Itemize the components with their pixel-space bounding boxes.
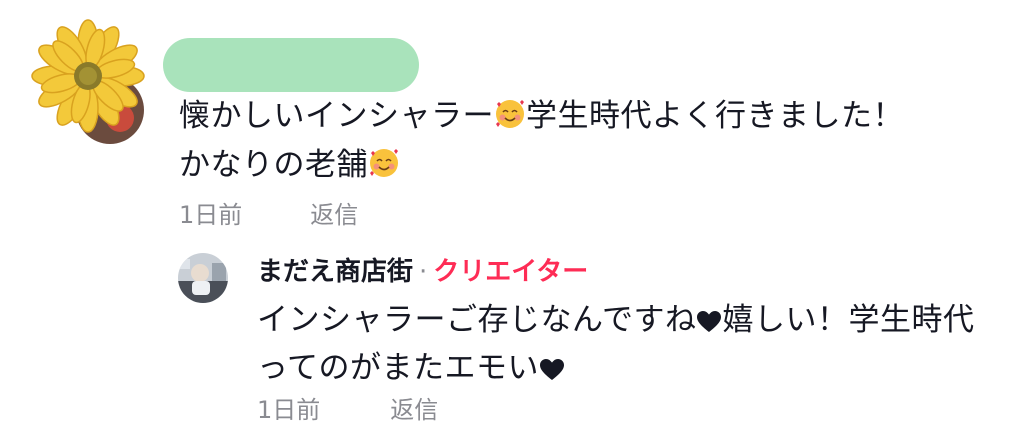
comment-meta: 1日前 返信 <box>179 199 358 231</box>
smiling-face-with-hearts-icon <box>494 98 526 143</box>
heart-icon <box>696 302 722 346</box>
reply-reply-button[interactable]: 返信 <box>390 396 438 424</box>
creator-badge: クリエイター <box>433 257 589 287</box>
commenter-name-redacted[interactable] <box>163 38 419 92</box>
comment-reply-button[interactable]: 返信 <box>310 199 358 231</box>
reply-author-avatar[interactable] <box>178 253 228 303</box>
reply-text-part1: インシャラーご存じなんですね <box>257 302 697 338</box>
shop-avatar-icon <box>178 253 228 303</box>
reply-meta: 1日前 返信 <box>257 394 438 426</box>
sunflower-avatar-icon <box>31 19 145 144</box>
reply-header: まだえ商店街 · クリエイター <box>257 255 588 289</box>
comment-text-part1: 懐かしいインシャラー <box>179 98 494 134</box>
smiling-face-with-hearts-icon <box>368 147 400 192</box>
reply-author-name[interactable]: まだえ商店街 <box>257 257 413 287</box>
heart-icon <box>539 350 565 394</box>
reply-timestamp: 1日前 <box>257 396 321 424</box>
commenter-avatar[interactable] <box>24 18 152 146</box>
comment-timestamp: 1日前 <box>179 201 243 229</box>
comment-text-part2: 学生時代よく行きました！ <box>526 98 904 134</box>
reply-text: インシャラーご存じなんですね 嬉しい！学生時代ってのがまたエモい <box>257 298 997 394</box>
comment-text: 懐かしいインシャラー 学生時代よく行きました！ かなりの老舗 <box>179 94 999 192</box>
comment-text-part3: かなりの老舗 <box>179 147 368 183</box>
reply-separator: · <box>419 257 428 287</box>
